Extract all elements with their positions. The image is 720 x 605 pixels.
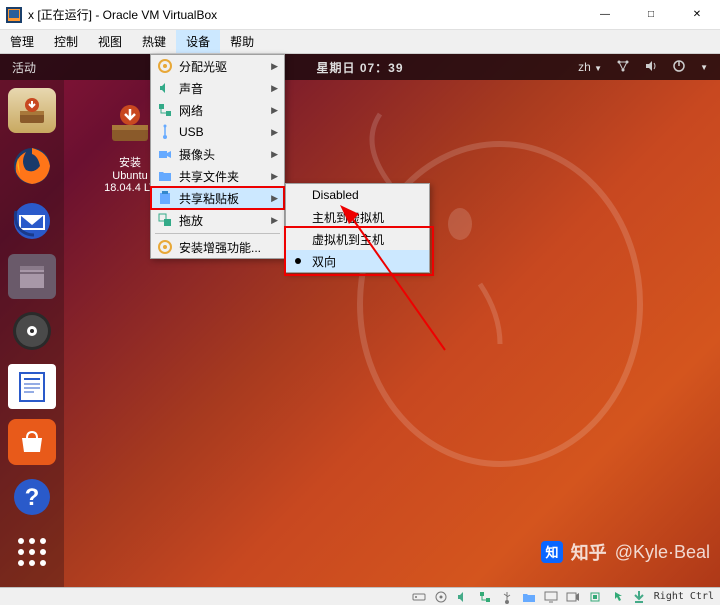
ubuntu-dock: ? xyxy=(0,80,64,587)
status-optical-icon[interactable] xyxy=(434,590,448,604)
audio-icon xyxy=(157,80,173,96)
menu-item-共享粘贴板[interactable]: 共享粘贴板▶ xyxy=(151,187,284,209)
maximize-button[interactable]: □ xyxy=(628,0,674,30)
menu-item-安装增强功能...[interactable]: 安装增强功能... xyxy=(151,236,284,258)
folder-icon xyxy=(157,168,173,184)
zhihu-icon: 知 xyxy=(541,541,563,563)
radio-dot-icon xyxy=(295,258,301,264)
camera-icon xyxy=(157,146,173,162)
submenu-arrow-icon: ▶ xyxy=(271,171,278,182)
submenu-arrow-icon: ▶ xyxy=(271,105,278,116)
svg-text:?: ? xyxy=(25,484,40,511)
close-button[interactable]: ✕ xyxy=(674,0,720,30)
status-recording-icon[interactable] xyxy=(566,590,580,604)
window-titlebar: x [正在运行] - Oracle VM VirtualBox — □ ✕ xyxy=(0,0,720,30)
menu-item-网络[interactable]: 网络▶ xyxy=(151,99,284,121)
system-tray[interactable]: zh ▼ ▼ xyxy=(578,59,708,76)
network-icon xyxy=(157,102,173,118)
submenu-item-虚拟机到主机[interactable]: 虚拟机到主机 xyxy=(286,228,429,250)
watermark-author: @Kyle·Beal xyxy=(615,542,710,563)
submenu-item-双向[interactable]: 双向 xyxy=(286,250,429,272)
menu-separator xyxy=(155,233,280,234)
status-mouse-icon[interactable] xyxy=(610,590,624,604)
menu-管理[interactable]: 管理 xyxy=(0,30,44,53)
activities-button[interactable]: 活动 xyxy=(12,59,36,76)
submenu-item-主机到虚拟机[interactable]: 主机到虚拟机 xyxy=(286,206,429,228)
menu-视图[interactable]: 视图 xyxy=(88,30,132,53)
menu-item-声音[interactable]: 声音▶ xyxy=(151,77,284,99)
status-hostkey-icon[interactable] xyxy=(632,590,646,604)
menu-item-USB[interactable]: USB▶ xyxy=(151,121,284,143)
host-key-label: Right Ctrl xyxy=(654,591,714,602)
virtualbox-menubar: 管理控制视图热键设备帮助 xyxy=(0,30,720,54)
disc2-icon xyxy=(157,239,173,255)
submenu-item-Disabled[interactable]: Disabled xyxy=(286,184,429,206)
dock-app-firefox[interactable] xyxy=(8,143,56,188)
submenu-arrow-icon: ▶ xyxy=(271,193,278,204)
watermark-site: 知乎 xyxy=(571,539,607,565)
show-applications-button[interactable] xyxy=(8,530,56,575)
drag-icon xyxy=(157,212,173,228)
virtualbox-icon xyxy=(6,7,22,23)
dock-app-thunderbird[interactable] xyxy=(8,198,56,243)
ubuntu-wallpaper-graphic xyxy=(300,84,700,484)
status-processor-icon[interactable] xyxy=(588,590,602,604)
menu-帮助[interactable]: 帮助 xyxy=(220,30,264,53)
network-icon[interactable] xyxy=(616,59,630,76)
menu-item-拖放[interactable]: 拖放▶ xyxy=(151,209,284,231)
menu-item-分配光驱[interactable]: 分配光驱▶ xyxy=(151,55,284,77)
dock-app-help[interactable]: ? xyxy=(8,475,56,520)
dock-app-software[interactable] xyxy=(8,419,56,464)
status-network-icon[interactable] xyxy=(478,590,492,604)
virtualbox-statusbar: Right Ctrl xyxy=(0,587,720,605)
menu-热键[interactable]: 热键 xyxy=(132,30,176,53)
dock-app-install[interactable] xyxy=(8,88,56,133)
status-shared-folder-icon[interactable] xyxy=(522,590,536,604)
window-title: x [正在运行] - Oracle VM VirtualBox xyxy=(28,6,582,23)
power-icon[interactable] xyxy=(672,59,686,76)
submenu-arrow-icon: ▶ xyxy=(271,61,278,72)
dock-app-writer[interactable] xyxy=(8,364,56,409)
clipboard-icon xyxy=(157,190,173,206)
clock[interactable]: 星期日 07：39 xyxy=(316,59,403,76)
disc-icon xyxy=(157,58,173,74)
submenu-arrow-icon: ▶ xyxy=(271,149,278,160)
svg-text:知: 知 xyxy=(545,545,558,560)
dock-app-rhythmbox[interactable] xyxy=(8,309,56,354)
status-usb-icon[interactable] xyxy=(500,590,514,604)
dock-app-files[interactable] xyxy=(8,254,56,299)
menu-设备[interactable]: 设备 xyxy=(176,30,220,53)
system-menu-chevron-icon[interactable]: ▼ xyxy=(700,63,708,72)
menu-item-共享文件夹[interactable]: 共享文件夹▶ xyxy=(151,165,284,187)
menu-item-摄像头[interactable]: 摄像头▶ xyxy=(151,143,284,165)
usb-icon xyxy=(157,124,173,140)
watermark: 知 知乎 @Kyle·Beal xyxy=(541,539,710,565)
minimize-button[interactable]: — xyxy=(582,0,628,30)
volume-icon[interactable] xyxy=(644,59,658,76)
devices-dropdown-menu: 分配光驱▶声音▶网络▶USB▶摄像头▶共享文件夹▶共享粘贴板▶拖放▶ 安装增强功能… xyxy=(150,54,285,259)
ime-indicator[interactable]: zh ▼ xyxy=(578,60,602,74)
menu-控制[interactable]: 控制 xyxy=(44,30,88,53)
shared-clipboard-submenu: Disabled主机到虚拟机虚拟机到主机双向 xyxy=(285,183,430,273)
status-harddisk-icon[interactable] xyxy=(412,590,426,604)
ubuntu-topbar: 活动 星期日 07：39 zh ▼ ▼ xyxy=(0,54,720,80)
submenu-arrow-icon: ▶ xyxy=(271,127,278,138)
guest-desktop: 活动 星期日 07：39 zh ▼ ▼ xyxy=(0,54,720,587)
submenu-arrow-icon: ▶ xyxy=(271,215,278,226)
status-display-icon[interactable] xyxy=(544,590,558,604)
submenu-arrow-icon: ▶ xyxy=(271,83,278,94)
status-audio-icon[interactable] xyxy=(456,590,470,604)
